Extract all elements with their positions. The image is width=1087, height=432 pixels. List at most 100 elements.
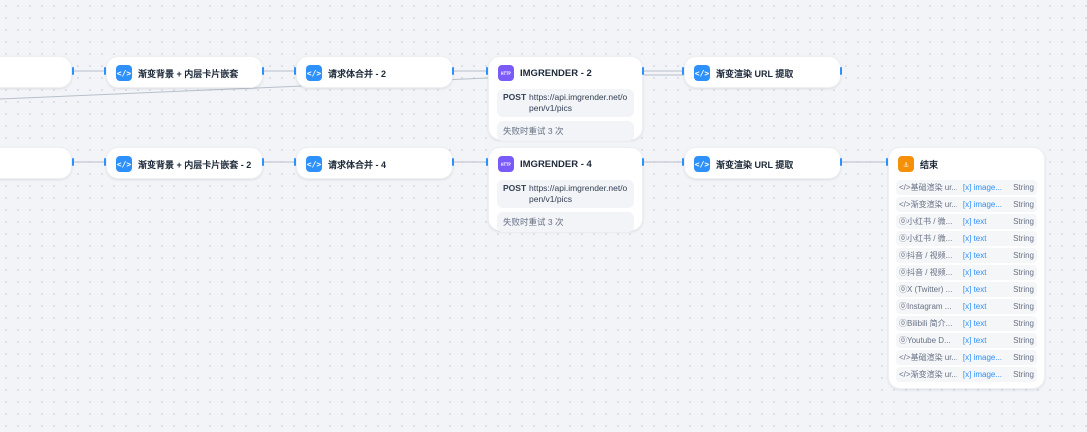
output-variable-row[interactable]: </>渐变渲染 ur... [x] image... String [896, 367, 1037, 382]
code-icon: </> [694, 65, 710, 81]
node-merge-4[interactable]: </> 请求体合并 - 4 [296, 147, 453, 179]
output-variable-name: ⓪Instagram ... [899, 302, 952, 311]
output-variable-row[interactable]: ⓪X (Twitter) ... [x] text String [896, 282, 1037, 297]
output-variable-ref: [x] text [962, 234, 987, 243]
output-variable-name: ⓪小红书 / 微... [899, 217, 953, 226]
node-title: 渐变渲染 URL 提取 [716, 68, 794, 79]
output-variable-row[interactable]: ⓪小红书 / 微... [x] text String [896, 231, 1037, 246]
output-variable-name: ⓪Bilibili 简介... [899, 319, 953, 328]
code-icon: </> [116, 65, 132, 81]
output-variable-ref: [x] text [962, 336, 987, 345]
node-cutoff-bottom[interactable] [0, 147, 72, 179]
node-gradient-bg-1[interactable]: </> 渐变背景 + 内层卡片嵌套 [106, 56, 263, 88]
node-title: 渐变渲染 URL 提取 [716, 159, 794, 170]
target-handle[interactable] [486, 67, 488, 75]
source-handle[interactable] [642, 158, 644, 166]
source-handle[interactable] [72, 158, 74, 166]
output-variable-row[interactable]: ⓪Bilibili 简介... [x] text String [896, 316, 1037, 331]
output-variable-ref: [x] image... [962, 353, 1003, 362]
output-variable-type: String [1013, 251, 1034, 260]
source-handle[interactable] [452, 67, 454, 75]
output-variable-ref: [x] text [962, 319, 987, 328]
node-gradient-bg-2[interactable]: </> 渐变背景 + 内层卡片嵌套 - 2 [106, 147, 263, 179]
output-variable-type: String [1013, 353, 1034, 362]
source-handle[interactable] [840, 158, 842, 166]
source-handle[interactable] [262, 67, 264, 75]
workflow-canvas[interactable]: </> 渐变背景 + 内层卡片嵌套 </> 请求体合并 - 2 HTTP IMG… [0, 0, 1087, 432]
request-url: https://api.imgrender.net/open/v1/pics [529, 92, 628, 113]
output-variable-name: ⓪X (Twitter) ... [899, 285, 953, 294]
request-url-box: POST https://api.imgrender.net/open/v1/p… [497, 180, 634, 208]
output-variable-type: String [1013, 285, 1034, 294]
node-title: 结束 [920, 159, 939, 170]
target-handle[interactable] [682, 158, 684, 166]
output-variable-name: ⓪抖音 / 视频... [899, 251, 953, 260]
output-variable-row[interactable]: </>渐变渲染 ur... [x] image... String [896, 197, 1037, 212]
output-variable-ref: [x] image... [962, 200, 1003, 209]
node-title: IMGRENDER - 4 [520, 158, 592, 170]
anchor-icon: ⚓ [898, 156, 914, 172]
source-handle[interactable] [840, 67, 842, 75]
request-url: https://api.imgrender.net/open/v1/pics [529, 183, 628, 204]
output-variable-type: String [1013, 336, 1034, 345]
output-variable-name: ⓪Youtube D... [899, 336, 951, 345]
output-variable-type: String [1013, 217, 1034, 226]
output-variable-row[interactable]: ⓪Instagram ... [x] text String [896, 299, 1037, 314]
target-handle[interactable] [294, 158, 296, 166]
request-method: POST [503, 92, 527, 102]
code-icon: </> [116, 156, 132, 172]
output-variable-type: String [1013, 234, 1034, 243]
output-variable-ref: [x] text [962, 285, 987, 294]
code-icon: </> [306, 65, 322, 81]
output-variable-row[interactable]: ⓪抖音 / 视频... [x] text String [896, 265, 1037, 280]
retry-info: 失败时重试 3 次 [497, 212, 634, 232]
target-handle[interactable] [886, 158, 888, 166]
output-variable-name: </>渐变渲染 ur... [899, 200, 957, 209]
output-variable-type: String [1013, 302, 1034, 311]
output-variable-ref: [x] text [962, 217, 987, 226]
output-variable-type: String [1013, 200, 1034, 209]
target-handle[interactable] [486, 158, 488, 166]
output-variable-row[interactable]: </>基础渲染 ur... [x] image... String [896, 350, 1037, 365]
target-handle[interactable] [294, 67, 296, 75]
node-title: 请求体合并 - 4 [328, 159, 387, 170]
node-merge-2[interactable]: </> 请求体合并 - 2 [296, 56, 453, 88]
output-variable-row[interactable]: ⓪抖音 / 视频... [x] text String [896, 248, 1037, 263]
target-handle[interactable] [104, 158, 106, 166]
output-variable-type: String [1013, 370, 1034, 379]
output-variable-row[interactable]: ⓪Youtube D... [x] text String [896, 333, 1037, 348]
output-variable-type: String [1013, 319, 1034, 328]
http-icon: HTTP [498, 65, 514, 81]
source-handle[interactable] [262, 158, 264, 166]
end-output-list: </>基础渲染 ur... [x] image... String </>渐变渲染 u… [889, 180, 1044, 382]
node-imgrender-4[interactable]: HTTP IMGRENDER - 4 POST https://api.imgr… [488, 147, 643, 232]
node-title: 请求体合并 - 2 [328, 68, 387, 79]
output-variable-row[interactable]: ⓪小红书 / 微... [x] text String [896, 214, 1037, 229]
request-method: POST [503, 183, 527, 193]
node-title: 渐变背景 + 内层卡片嵌套 [138, 68, 239, 79]
node-end[interactable]: ⚓ 结束 </>基础渲染 ur... [x] image... String </>渐… [888, 147, 1045, 389]
node-imgrender-2[interactable]: HTTP IMGRENDER - 2 POST https://api.imgr… [488, 56, 643, 141]
code-icon: </> [694, 156, 710, 172]
node-title: 渐变背景 + 内层卡片嵌套 - 2 [138, 159, 252, 170]
output-variable-ref: [x] text [962, 302, 987, 311]
node-cutoff-top[interactable] [0, 56, 72, 88]
source-handle[interactable] [452, 158, 454, 166]
output-variable-ref: [x] text [962, 251, 987, 260]
node-extract-url-2[interactable]: </> 渐变渲染 URL 提取 [684, 147, 841, 179]
source-handle[interactable] [642, 67, 644, 75]
output-variable-name: </>基础渲染 ur... [899, 183, 957, 192]
target-handle[interactable] [682, 67, 684, 75]
output-variable-row[interactable]: </>基础渲染 ur... [x] image... String [896, 180, 1037, 195]
http-icon: HTTP [498, 156, 514, 172]
source-handle[interactable] [72, 67, 74, 75]
target-handle[interactable] [104, 67, 106, 75]
code-icon: </> [306, 156, 322, 172]
node-extract-url-1[interactable]: </> 渐变渲染 URL 提取 [684, 56, 841, 88]
output-variable-ref: [x] image... [962, 370, 1003, 379]
output-variable-ref: [x] image... [962, 183, 1003, 192]
request-url-box: POST https://api.imgrender.net/open/v1/p… [497, 89, 634, 117]
node-title: IMGRENDER - 2 [520, 67, 592, 79]
output-variable-name: </>基础渲染 ur... [899, 353, 957, 362]
output-variable-type: String [1013, 183, 1034, 192]
